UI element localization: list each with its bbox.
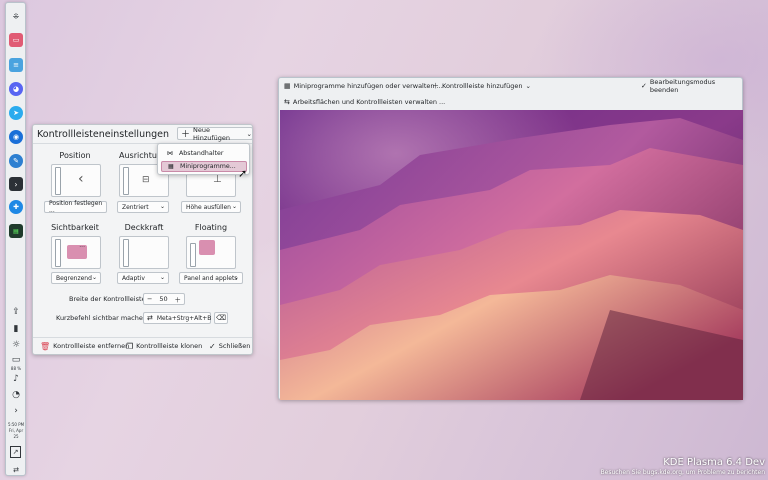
brightness-icon[interactable]: ☼ <box>8 339 24 351</box>
checkmark-icon: ✓ <box>641 82 647 90</box>
side-panel: ⁜ ▭ ≡ ◕ ➤ ◉ ✎ › ✚ ▤ ⇪ ▮ ☼ ▭ 88 % ♪ ◔ › 5… <box>5 2 26 476</box>
watermark-subtitle: Besuchen Sie bugs.kde.org, um Probleme z… <box>600 469 765 476</box>
add-new-menu: ⋈ Abstandhalter ▦ Miniprogramme... <box>157 143 250 175</box>
wifi-icon[interactable]: ◔ <box>8 389 24 401</box>
application-launcher-icon[interactable]: ⁜ <box>9 9 23 23</box>
spacer-icon: ⋈ <box>167 150 173 157</box>
window-shape: ··· <box>67 245 87 259</box>
kde-connect-icon[interactable]: ✚ <box>9 200 23 214</box>
widgets-icon: ▦ <box>284 82 291 90</box>
watermark-title: KDE Plasma 6.4 Dev <box>663 457 765 468</box>
panel-bar-shape <box>123 167 129 195</box>
arrows-icon: ⇆ <box>284 98 290 106</box>
height-combo[interactable]: Höhe ausfüllen ⌄ <box>181 201 241 213</box>
floating-combo[interactable]: Panel and applets ⌄ <box>179 272 243 284</box>
position-preview[interactable]: ‹ <box>51 164 101 197</box>
opacity-combo[interactable]: Adaptiv ⌄ <box>117 272 169 284</box>
battery-level: 88 % <box>10 366 22 371</box>
shortcut-button[interactable]: ⇄ Meta+Strg+Alt+B <box>143 312 211 324</box>
browser-icon[interactable]: ◉ <box>9 130 23 144</box>
clone-panel-button[interactable]: ❐ Kontrollleiste klonen <box>126 340 202 352</box>
shortcut-label: Kurzbefehl sichtbar machen: <box>56 314 150 322</box>
widgets-icon: ▦ <box>168 163 174 170</box>
edit-mode-window: ▦ Miniprogramme hinzufügen oder verwalten… <box>278 77 743 400</box>
terminal-icon[interactable]: › <box>9 177 23 191</box>
clock-day[interactable]: 25 <box>6 434 26 439</box>
wallpaper-art <box>280 110 743 400</box>
checkmark-icon: ✓ <box>209 341 216 351</box>
floating-label: Floating <box>194 223 228 232</box>
chevron-down-icon: ⌄ <box>233 274 239 281</box>
visibility-combo[interactable]: Begrenzend ⌄ <box>51 272 101 284</box>
file-manager-icon[interactable]: ▭ <box>9 33 23 47</box>
floating-preview[interactable] <box>186 236 236 269</box>
discord-icon[interactable]: ◕ <box>9 82 23 96</box>
panel-bar-shape <box>55 167 61 195</box>
chevron-down-icon: ⌄ <box>159 203 165 210</box>
decrement-icon[interactable]: − <box>147 295 152 303</box>
battery-icon[interactable]: ▭ <box>8 354 24 366</box>
system-monitor-icon[interactable]: ▤ <box>9 224 23 238</box>
chevron-down-icon: ⌄ <box>231 203 237 210</box>
panel-config-handle-icon[interactable]: ⇄ <box>8 464 24 476</box>
expand-tray-icon[interactable]: › <box>8 405 24 417</box>
manage-desktops-button[interactable]: ⇆ Arbeitsflächen und Kontrollleisten verw… <box>284 96 445 108</box>
position-label: Position <box>59 151 91 160</box>
remove-panel-button[interactable]: 🗑 Kontrollleiste entfernen <box>40 340 129 352</box>
fill-height-icon: ⊥ <box>213 174 222 185</box>
clock-date[interactable]: Fri, Apr <box>6 428 26 433</box>
panel-bar-shape <box>123 239 129 267</box>
panel-bar-shape <box>55 239 61 267</box>
mouse-cursor-icon: ➚ <box>238 167 248 180</box>
wallpaper-preview <box>280 110 743 400</box>
increment-icon[interactable]: ＋ <box>174 294 181 304</box>
telegram-icon[interactable]: ➤ <box>9 106 23 120</box>
clock-time[interactable]: 5:50 PM <box>6 422 26 427</box>
dialog-title: Kontrollleisteneinstellungen <box>37 129 170 140</box>
plus-icon: ＋ <box>181 130 191 140</box>
chevron-down-icon: ⌄ <box>91 274 97 281</box>
copy-icon: ❐ <box>126 341 134 351</box>
clear-shortcut-icon[interactable]: ⌫ <box>214 312 228 324</box>
writer-app-icon[interactable]: ✎ <box>9 154 23 168</box>
exit-edit-mode-button[interactable]: ✓ Bearbeitungsmodus beenden <box>641 78 742 94</box>
chevron-left-icon: ‹ <box>78 171 84 187</box>
add-panel-button[interactable]: ＋ Kontrollleiste hinzufügen ⌄ <box>432 80 531 92</box>
volume-icon[interactable]: ♪ <box>8 373 24 385</box>
notes-app-icon[interactable]: ≡ <box>9 58 23 72</box>
add-new-button[interactable]: ＋ Neue Hinzufügen ⌄ <box>177 126 253 142</box>
trash-icon: 🗑 <box>40 341 51 351</box>
opacity-label: Deckkraft <box>124 223 164 232</box>
keyboard-arrows-icon: ⇄ <box>147 314 153 322</box>
updates-icon[interactable]: ⇪ <box>8 306 24 318</box>
chevron-down-icon: ⌄ <box>525 82 531 90</box>
chevron-down-icon: ⌄ <box>246 129 252 138</box>
align-center-icon: ⊟ <box>142 175 150 185</box>
add-widgets-button[interactable]: ▦ Miniprogramme hinzufügen oder verwalten… <box>284 80 443 92</box>
floating-window-shape <box>199 240 215 255</box>
width-spinbox[interactable]: − 50 ＋ <box>143 293 185 305</box>
chevron-down-icon: ⌄ <box>159 274 165 281</box>
opacity-preview[interactable] <box>119 236 169 269</box>
plus-icon: ＋ <box>432 82 439 90</box>
position-combo[interactable]: Position festlegen ... <box>44 200 107 214</box>
show-desktop-icon[interactable]: ↗ <box>10 446 21 458</box>
close-button[interactable]: ✓ Schließen <box>209 340 250 352</box>
alignment-label: Ausrichtung <box>119 151 159 160</box>
menu-item-spacer[interactable]: ⋈ Abstandhalter <box>161 148 247 159</box>
width-label: Breite der Kontrollleiste: <box>69 295 148 303</box>
menu-item-widgets[interactable]: ▦ Miniprogramme... <box>161 161 247 172</box>
visibility-label: Sichtbarkeit <box>51 223 99 232</box>
alignment-combo[interactable]: Zentriert ⌄ <box>117 201 169 213</box>
panel-bar-shape <box>190 243 196 267</box>
visibility-preview[interactable]: ··· <box>51 236 101 269</box>
clipboard-icon[interactable]: ▮ <box>8 323 24 335</box>
